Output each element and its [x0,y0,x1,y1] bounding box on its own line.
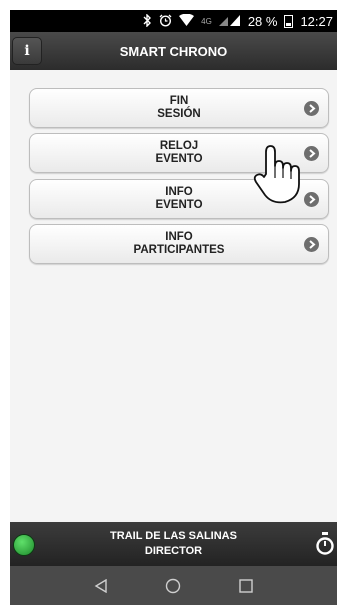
back-icon[interactable] [86,571,116,601]
end-session-button[interactable]: FIN SESIÓN [29,88,329,128]
chevron-right-icon [304,101,319,116]
system-nav-bar [10,566,337,605]
recents-icon[interactable] [231,571,261,601]
menu-item-label: FIN SESIÓN [157,95,200,121]
battery-percent: 28 % [247,13,278,29]
signal-icon [218,14,241,29]
menu-item-label: RELOJ EVENTO [155,140,202,166]
main-content: FIN SESIÓN RELOJ EVENTO INFO EVENTO INFO… [10,70,337,522]
wifi-icon [179,13,195,28]
bluetooth-icon [143,12,152,29]
pointer-hand-icon [250,140,310,206]
network-type-label: 4G [201,16,212,26]
menu-item-line1: INFO [165,231,193,243]
menu-item-line1: INFO [165,186,193,198]
menu-item-line2: PARTICIPANTES [133,244,225,256]
page-title: SMART CHRONO [119,43,228,59]
menu-item-line2: SESIÓN [157,108,201,120]
status-bar: 4G 28 % 12:27 [10,10,337,32]
participants-info-button[interactable]: INFO PARTICIPANTES [29,224,329,264]
user-role: DIRECTOR [144,545,203,557]
clock: 12:27 [300,13,333,29]
alarm-icon [159,14,172,29]
home-icon[interactable] [158,571,188,601]
chevron-right-icon [304,237,319,252]
stopwatch-icon[interactable] [315,532,335,556]
battery-icon [284,14,294,28]
menu-item-line2: EVENTO [155,199,203,211]
connection-status-icon [13,534,35,556]
event-footer: TRAIL DE LAS SALINAS DIRECTOR [10,522,337,566]
info-button[interactable]: i [12,37,42,65]
menu-item-label: INFO EVENTO [155,186,202,212]
event-name: TRAIL DE LAS SALINAS [110,530,237,542]
menu-item-line2: EVENTO [155,153,203,165]
info-icon: i [24,43,30,59]
menu-item-line1: FIN [169,95,189,107]
menu-item-line1: RELOJ [159,140,199,152]
menu-item-label: INFO PARTICIPANTES [134,231,225,257]
app-header: i SMART CHRONO [10,32,337,71]
